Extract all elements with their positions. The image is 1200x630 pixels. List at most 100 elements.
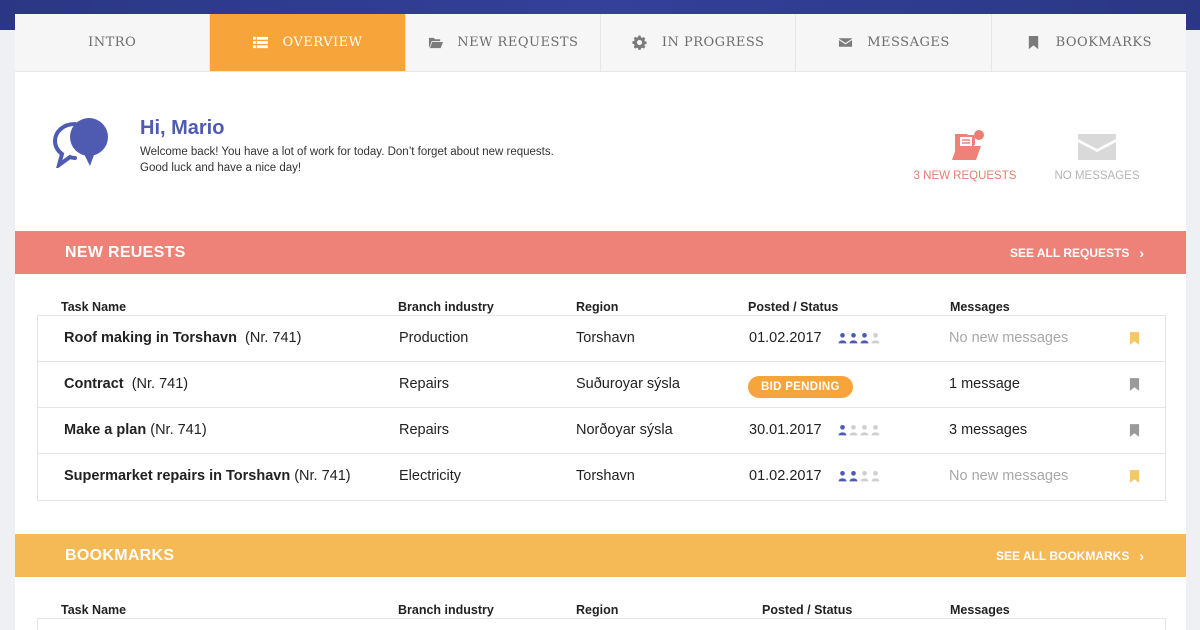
chevron-right-icon: ›	[1139, 547, 1144, 564]
person-icon	[871, 424, 880, 440]
see-all-label: SEE ALL BOOKMARKS	[995, 548, 1130, 563]
task-name-cell: Make a plan (Nr. 741)	[64, 422, 207, 438]
posted-date: 30.01.2017	[749, 422, 822, 438]
welcome-section: Hi, Mario Welcome back! You have a lot o…	[15, 72, 1186, 231]
section-title: NEW REUESTS	[65, 243, 186, 261]
person-icon	[838, 332, 847, 348]
status-badge: BID PENDING	[748, 376, 853, 398]
new-requests-stat[interactable]: 3 NEW REQUESTS	[905, 130, 1025, 182]
person-icon	[871, 470, 880, 486]
region-cell: Norðoyar sýsla	[576, 422, 673, 438]
section-title: BOOKMARKS	[65, 546, 175, 564]
envelope-icon	[1075, 130, 1119, 164]
person-icon	[838, 424, 847, 440]
region-cell: Torshavn	[576, 330, 635, 346]
messages-stat-label: NO MESSAGES	[1054, 170, 1140, 182]
see-all-label: SEE ALL REQUESTS	[1009, 245, 1130, 260]
tab-bookmarks[interactable]: BOOKMARKS	[992, 14, 1186, 71]
see-all-requests-link[interactable]: SEE ALL REQUESTS ›	[1010, 245, 1144, 261]
task-name: Contract	[64, 376, 124, 392]
notification-dot	[974, 130, 984, 140]
posted-date: 01.02.2017	[749, 468, 822, 484]
messages-cell: 3 messages	[949, 422, 1028, 438]
greeting-heading: Hi, Mario	[140, 117, 225, 139]
messages-cell: 1 message	[949, 376, 1020, 392]
table-row[interactable]: Supermarket repairs in Torshavn (Nr. 741…	[38, 454, 1165, 500]
column-header: Branch industry	[398, 603, 494, 617]
rating-people	[838, 332, 880, 348]
bookmarks-table	[37, 618, 1166, 630]
task-number: (Nr. 741)	[294, 468, 351, 484]
column-header: Messages	[950, 300, 1010, 314]
welcome-line: Good luck and have a nice day!	[140, 162, 302, 174]
task-name-cell: Roof making in Torshavn (Nr. 741)	[64, 330, 301, 346]
task-name-cell: Supermarket repairs in Torshavn (Nr. 741…	[64, 468, 351, 484]
welcome-message: Welcome back! You have a lot of work for…	[140, 144, 620, 176]
column-header: Region	[576, 603, 619, 617]
list-icon	[252, 35, 268, 51]
person-icon	[849, 424, 858, 440]
region-cell: Torshavn	[576, 468, 635, 484]
folder-icon	[427, 35, 443, 51]
tab-label: MESSAGES	[867, 35, 950, 50]
tab-label: OVERVIEW	[282, 35, 363, 50]
person-icon	[871, 332, 880, 348]
table-row[interactable]: Contract (Nr. 741) Repairs Suðuroyar sýs…	[38, 362, 1165, 408]
table-row[interactable]: Roof making in Torshavn (Nr. 741) Produc…	[38, 316, 1165, 362]
task-name: Supermarket repairs in Torshavn	[64, 468, 291, 484]
bookmarks-header: BOOKMARKS SEE ALL BOOKMARKS ›	[15, 534, 1186, 577]
requests-table: Roof making in Torshavn (Nr. 741) Produc…	[37, 315, 1166, 501]
new-requests-stat-label: 3 NEW REQUESTS	[913, 170, 1017, 182]
person-icon	[849, 470, 858, 486]
messages-cell: No new messages	[949, 468, 1069, 484]
tab-overview[interactable]: OVERVIEW	[210, 14, 406, 71]
column-header: Posted / Status	[762, 603, 853, 617]
bookmark-icon	[1026, 35, 1042, 51]
branch-cell: Repairs	[399, 376, 449, 392]
person-icon	[849, 332, 858, 348]
see-all-bookmarks-link[interactable]: SEE ALL BOOKMARKS ›	[996, 548, 1144, 564]
tab-in-progress[interactable]: IN PROGRESS	[601, 14, 797, 71]
column-header: Posted / Status	[748, 300, 839, 314]
gear-icon	[632, 35, 648, 51]
table-row[interactable]: Make a plan (Nr. 741) Repairs Norðoyar s…	[38, 408, 1165, 454]
chat-bubbles-icon	[52, 116, 111, 170]
tab-label: INTRO	[88, 35, 137, 50]
person-icon	[838, 470, 847, 486]
envelope-icon	[837, 35, 853, 51]
branch-cell: Production	[399, 330, 469, 346]
rating-people	[838, 470, 880, 486]
column-header: Task Name	[61, 300, 127, 314]
welcome-line: Welcome back! You have a lot of work for…	[140, 146, 554, 158]
tab-new-requests[interactable]: NEW REQUESTS	[406, 14, 601, 71]
tab-label: BOOKMARKS	[1055, 35, 1153, 50]
bookmark-icon[interactable]	[1129, 424, 1140, 441]
bookmark-icon[interactable]	[1129, 470, 1140, 487]
region-cell: Suðuroyar sýsla	[576, 376, 680, 392]
rating-people	[838, 424, 880, 440]
branch-cell: Repairs	[399, 422, 449, 438]
tab-label: NEW REQUESTS	[457, 35, 579, 50]
messages-stat[interactable]: NO MESSAGES	[1045, 130, 1149, 182]
branch-cell: Electricity	[399, 468, 462, 484]
column-header: Messages	[950, 603, 1010, 617]
bookmark-icon[interactable]	[1129, 378, 1140, 395]
task-number: (Nr. 741)	[245, 330, 302, 346]
folder-icon	[943, 130, 987, 164]
task-name: Roof making in Torshavn	[64, 330, 237, 346]
column-header: Region	[576, 300, 619, 314]
tab-bar: INTRO OVERVIEW NEW REQUESTS IN PROGRESS …	[15, 14, 1186, 72]
tab-messages[interactable]: MESSAGES	[796, 14, 992, 71]
chevron-right-icon: ›	[1139, 244, 1144, 261]
tab-label: IN PROGRESS	[661, 35, 765, 50]
person-icon	[860, 424, 869, 440]
column-header: Branch industry	[398, 300, 494, 314]
bookmark-icon[interactable]	[1129, 332, 1140, 349]
new-requests-header: NEW REUESTS SEE ALL REQUESTS ›	[15, 231, 1186, 274]
person-icon	[860, 332, 869, 348]
dashboard-panel: INTRO OVERVIEW NEW REQUESTS IN PROGRESS …	[15, 14, 1186, 630]
tab-intro[interactable]: INTRO	[15, 14, 211, 71]
task-number: (Nr. 741)	[150, 422, 207, 438]
messages-cell: No new messages	[949, 330, 1069, 346]
task-name: Make a plan	[64, 422, 147, 438]
